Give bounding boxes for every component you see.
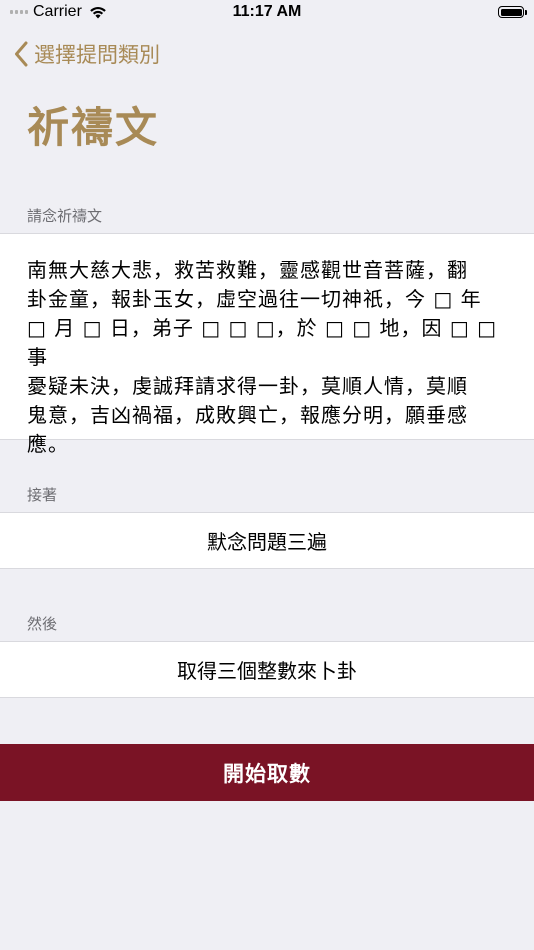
- then-step-text: 取得三個整數來卜卦: [177, 659, 357, 683]
- prayer-cell: 南無大慈大悲，救苦救難，靈感觀世音菩薩，翻 卦金童，報卦玉女，虛空過往一切神祇，…: [0, 233, 534, 456]
- status-bar: Carrier 11:17 AM: [0, 0, 534, 28]
- next-step-header: 接著: [27, 486, 58, 504]
- prayer-text: 南無大慈大悲，救苦救難，靈感觀世音菩薩，翻 卦金童，報卦玉女，虛空過往一切神祇，…: [27, 258, 497, 456]
- chevron-left-icon: [15, 41, 28, 67]
- status-time: 11:17 AM: [232, 3, 302, 20]
- start-button[interactable]: 開始取數: [0, 744, 534, 801]
- next-step-text: 默念問題三遍: [207, 530, 327, 554]
- prayer-section-header: 請念祈禱文: [27, 207, 103, 225]
- back-button[interactable]: 選擇提問類別: [14, 38, 160, 70]
- then-step-header: 然後: [27, 615, 58, 633]
- then-step-cell: 取得三個整數來卜卦: [0, 641, 534, 698]
- next-step-cell: 默念問題三遍: [0, 512, 534, 569]
- page-title: 祈禱文: [27, 103, 160, 152]
- back-button-label: 選擇提問類別: [34, 43, 160, 67]
- battery-icon: [498, 6, 527, 18]
